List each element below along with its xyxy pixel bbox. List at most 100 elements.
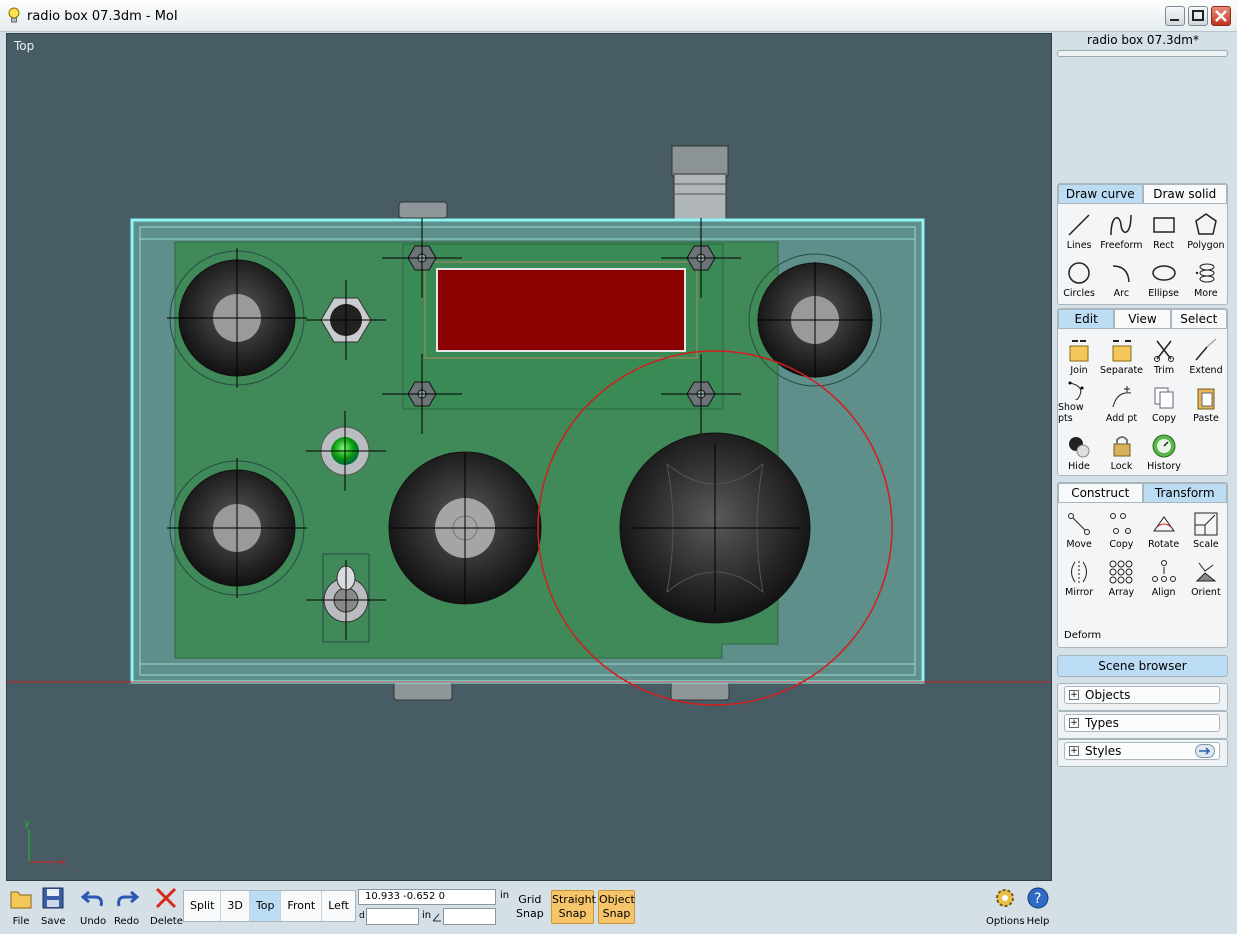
freeform-tool[interactable]: Freeform <box>1100 206 1143 254</box>
bnc-connector[interactable] <box>671 145 729 220</box>
mirror-icon <box>1071 561 1088 583</box>
tab-draw-curve[interactable]: Draw curve <box>1058 184 1143 204</box>
rotate-tool[interactable]: Rotate <box>1143 505 1185 553</box>
array-tool[interactable]: Array <box>1100 553 1142 601</box>
polygon-icon <box>1195 213 1217 235</box>
axis-x-label: x <box>60 857 66 868</box>
delete-button[interactable]: Delete <box>150 886 183 927</box>
tab-select[interactable]: Select <box>1170 309 1227 329</box>
view-3d-button[interactable]: 3D <box>221 891 250 921</box>
expand-icon[interactable]: + <box>1069 690 1079 700</box>
save-button[interactable]: Save <box>41 886 66 927</box>
minimize-button[interactable] <box>1165 6 1185 26</box>
view-split-button[interactable]: Split <box>184 891 222 921</box>
orient-icon <box>1195 562 1217 582</box>
separate-icon <box>1112 340 1131 362</box>
array-icon <box>1109 560 1133 584</box>
lcd-display[interactable] <box>436 268 686 352</box>
transform-copy-tool[interactable]: Copy <box>1100 505 1142 553</box>
show-points-icon <box>1068 381 1084 400</box>
view-left-button[interactable]: Left <box>322 891 355 921</box>
align-tool[interactable]: Align <box>1143 553 1185 601</box>
object-snap-button[interactable]: Object Snap <box>598 890 635 924</box>
mirror-tool[interactable]: Mirror <box>1058 553 1100 601</box>
scale-tool[interactable]: Scale <box>1185 505 1227 553</box>
lines-tool[interactable]: Lines <box>1058 206 1100 254</box>
close-icon <box>1215 10 1227 22</box>
ellipse-icon <box>1151 265 1176 281</box>
move-tool[interactable]: Move <box>1058 505 1100 553</box>
lock-tool[interactable]: Lock <box>1100 427 1143 475</box>
distance-label: d <box>359 911 365 921</box>
distance-input[interactable] <box>366 908 419 925</box>
expand-icon[interactable]: + <box>1069 746 1079 756</box>
ellipse-tool[interactable]: Ellipse <box>1143 254 1185 302</box>
history-icon <box>1152 434 1176 458</box>
circles-tool[interactable]: Circles <box>1058 254 1100 302</box>
history-tool[interactable]: History <box>1143 427 1185 475</box>
copy-objects-icon <box>1110 513 1132 534</box>
construct-group: Construct Transform Move Copy Rotate Sca… <box>1057 482 1228 648</box>
bottom-toolbar: File Save Undo Redo Delete Split 3D Top … <box>0 884 1237 934</box>
help-button[interactable]: ? Help <box>1026 886 1050 927</box>
document-bar <box>1057 50 1228 57</box>
add-pt-tool[interactable]: Add pt <box>1100 379 1143 427</box>
copy-tool[interactable]: Copy <box>1143 379 1185 427</box>
angle-icon <box>432 913 441 922</box>
title-bar: radio box 07.3dm - MoI <box>0 0 1237 32</box>
angle-input[interactable] <box>443 908 496 925</box>
coordinate-input[interactable]: 10.933 -0.652 0 <box>358 889 496 905</box>
scene-types-section[interactable]: + Types <box>1057 711 1228 739</box>
scene-browser-button[interactable]: Scene browser <box>1057 655 1228 677</box>
hide-tool[interactable]: Hide <box>1058 427 1100 475</box>
tab-edit[interactable]: Edit <box>1058 309 1115 329</box>
maximize-button[interactable] <box>1188 6 1208 26</box>
right-panel: radio box 07.3dm* Draw curve Draw solid … <box>1055 33 1231 881</box>
copy-icon <box>1154 387 1174 409</box>
bottom-feet[interactable] <box>393 681 730 701</box>
close-button[interactable] <box>1211 6 1231 26</box>
orient-tool[interactable]: Orient <box>1185 553 1227 601</box>
view-top-button[interactable]: Top <box>249 891 282 921</box>
scale-icon <box>1194 512 1218 536</box>
tab-view[interactable]: View <box>1114 309 1171 329</box>
expand-icon[interactable]: + <box>1069 718 1079 728</box>
styles-arrow-button[interactable] <box>1195 744 1215 758</box>
tab-draw-solid[interactable]: Draw solid <box>1142 184 1227 204</box>
polygon-tool[interactable]: Polygon <box>1185 206 1227 254</box>
grid-snap-button[interactable]: Grid Snap <box>516 893 544 921</box>
straight-snap-button[interactable]: Straight Snap <box>551 890 596 924</box>
top-foot[interactable] <box>398 201 448 219</box>
join-tool[interactable]: Join <box>1058 331 1100 379</box>
helix-icon <box>1195 263 1215 283</box>
paste-tool[interactable]: Paste <box>1185 379 1227 427</box>
redo-button[interactable]: Redo <box>114 886 139 927</box>
trim-tool[interactable]: Trim <box>1143 331 1185 379</box>
view-front-button[interactable]: Front <box>281 891 323 921</box>
scene-objects-section[interactable]: + Objects <box>1057 683 1228 711</box>
scissors-icon <box>1154 340 1174 362</box>
options-gear-icon <box>996 889 1015 907</box>
top-viewport[interactable]: Top y x <box>6 33 1052 881</box>
scene-styles-section[interactable]: + Styles <box>1057 739 1228 767</box>
delete-x-icon <box>156 887 177 909</box>
units-label: in <box>500 890 510 901</box>
edit-group: Edit View Select Join Separate Trim Exte… <box>1057 308 1228 476</box>
more-tool[interactable]: More <box>1185 254 1227 302</box>
tab-transform[interactable]: Transform <box>1142 483 1227 503</box>
tab-construct[interactable]: Construct <box>1058 483 1143 503</box>
deform-label[interactable]: Deform <box>1064 630 1101 641</box>
move-icon <box>1068 513 1091 535</box>
arc-tool[interactable]: Arc <box>1100 254 1142 302</box>
separate-tool[interactable]: Separate <box>1100 331 1143 379</box>
help-icon: ? <box>1027 887 1049 909</box>
show-pts-tool[interactable]: Show pts <box>1058 379 1100 427</box>
model-canvas[interactable]: y x <box>7 34 1052 881</box>
rect-tool[interactable]: Rect <box>1143 206 1185 254</box>
maximize-icon <box>1192 10 1204 21</box>
file-button[interactable]: File <box>9 886 33 927</box>
add-point-icon <box>1112 386 1131 408</box>
extend-tool[interactable]: Extend <box>1185 331 1227 379</box>
options-button[interactable]: Options <box>986 886 1025 927</box>
undo-button[interactable]: Undo <box>80 886 106 927</box>
